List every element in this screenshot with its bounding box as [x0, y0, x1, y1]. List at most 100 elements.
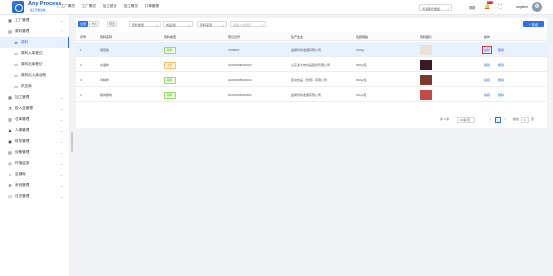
topnav-item-home[interactable]: ⌂ 工厂概况: [57, 4, 75, 9]
chevron-down-icon: ⌄: [446, 6, 450, 10]
edit-link[interactable]: 编辑: [481, 45, 493, 54]
sidebar-item[interactable]: ◎ 环境监测 ⌄: [0, 158, 69, 169]
sidebar-scrollbar[interactable]: [71, 132, 73, 152]
sidebar-item-icon: ▥: [8, 117, 12, 122]
cell-spec: 500g/包: [356, 77, 367, 82]
org-select[interactable]: 普洛斯仓储加... ⌄: [419, 4, 452, 11]
material-type-filter[interactable]: 原料类型 ⌄: [129, 21, 161, 27]
table-row[interactable]: 2 水晶粉 主料 20230508000903 山东龙大肉食品股份有限公司 500g/包 编…: [76, 57, 547, 72]
page-size-select[interactable]: 10条/页: [457, 116, 475, 123]
user-name[interactable]: anyfarm: [516, 5, 528, 9]
delete-link[interactable]: 删除: [498, 93, 504, 97]
type-tag: 辅料: [164, 46, 176, 54]
edit-link[interactable]: 编辑: [484, 78, 490, 82]
chevron-icon: ⌄: [60, 183, 63, 188]
search-icon: ⌕: [261, 22, 264, 27]
chevron-down-icon: ⌄: [221, 22, 225, 27]
app-logo-icon: [12, 1, 24, 13]
col-header: 生产企业: [291, 35, 304, 39]
notification-badge: 99+: [487, 1, 493, 4]
export-button[interactable]: 导出: [107, 21, 117, 27]
material-image[interactable]: [420, 74, 432, 85]
delete-link[interactable]: 删除: [498, 48, 504, 52]
view-all-button[interactable]: 全部: [78, 21, 88, 27]
sidebar-item-icon: ▭: [14, 51, 18, 56]
col-header: 原料类型: [164, 35, 177, 39]
add-button[interactable]: + 新增: [523, 21, 544, 27]
cell-no: 1: [80, 47, 82, 52]
view-card-button[interactable]: 卡片: [89, 21, 99, 27]
chevron-icon: ⌄: [60, 106, 63, 111]
sidebar-item-icon: ▤: [8, 150, 12, 155]
chevron-icon: ⌄: [60, 161, 63, 166]
edit-link[interactable]: 编辑: [484, 93, 490, 97]
sidebar-item[interactable]: ⌂ 店铺库 ⌄: [0, 169, 69, 180]
help-link[interactable]: 帮助: [469, 5, 475, 10]
sidebar-item[interactable]: ▣ 财务管理 ⌄: [0, 136, 69, 147]
chevron-down-icon: ⌄: [155, 22, 159, 27]
sidebar-item-label: 日志管理: [15, 194, 30, 198]
topnav-item-factory[interactable]: 工厂概况: [82, 4, 96, 9]
table-row[interactable]: 3 鸡精粉 辅料 20230508000903 亚洲食品（沈阳）有限公司 500g/包 编辑…: [76, 72, 547, 87]
goto-page-input[interactable]: 1: [521, 116, 529, 123]
sidebar-item-label: 店铺库: [15, 172, 26, 176]
sidebar-item-label: 人事管理: [15, 128, 30, 132]
avatar[interactable]: [532, 2, 542, 12]
pager-total: 共 4 条: [440, 117, 450, 121]
sidebar-item-label: 工厂管理: [15, 18, 30, 22]
sidebar-item[interactable]: ⚙ 系统管理 ⌄: [0, 180, 69, 191]
sidebar-item[interactable]: ▭ 原料出库登记: [0, 59, 69, 70]
search-input[interactable]: 请输入关键词 ⌕: [230, 21, 266, 27]
sidebar-item-label: 仓库管理: [15, 117, 30, 121]
sidebar-item[interactable]: ◷ 日志管理 ⌄: [0, 191, 69, 202]
table-row[interactable]: 4 腊肉腊味 辅料 20230508000903 金阙华岭发展有限公司 10kg/包 编辑 删…: [76, 87, 547, 102]
sidebar-item[interactable]: ▭ 原料入库登记: [0, 48, 69, 59]
sidebar: ▦ 工厂管理 ⌄ ▤ 原料管理 ⌃ ⇄ 原料 ▭ 原料入库登记 ▭ 原料出库登记 ▭ 原料出入库台账 ▭ 供应…: [0, 15, 70, 276]
material-image[interactable]: [420, 44, 432, 55]
cell-cert: 7008847: [228, 47, 240, 52]
topnav-item-overview[interactable]: 加工概况: [124, 4, 138, 9]
bell-icon[interactable]: 🔔: [484, 4, 490, 10]
sidebar-item[interactable]: ▤ 原料管理 ⌃: [0, 26, 69, 37]
sidebar-item[interactable]: ♟ 人事管理 ⌄: [0, 125, 69, 136]
topnav-item-orders[interactable]: 订单管理: [145, 4, 159, 9]
material-image[interactable]: [420, 89, 432, 100]
sidebar-item-label: 投入品管理: [15, 106, 33, 110]
cell-spec: 100kg: [356, 47, 365, 52]
cell-cert: 20230508000903: [228, 92, 252, 97]
table-row[interactable]: 1 番茄酱 辅料 7008847 金阙华岭发展有限公司 100kg 编辑 删除: [76, 42, 547, 57]
sidebar-item[interactable]: ▦ 工厂管理 ⌄: [0, 15, 69, 26]
unit-filter[interactable]: 成品/批 ⌄: [163, 21, 193, 27]
prev-page-button[interactable]: <: [489, 117, 491, 121]
app-subtitle: 加工管理系统: [30, 9, 46, 12]
material-image[interactable]: [420, 59, 432, 70]
col-header: 原料名称: [100, 35, 113, 39]
sidebar-item-icon: ⚙: [8, 183, 12, 188]
type-tag: 主料: [164, 61, 176, 69]
edit-link[interactable]: 编辑: [484, 63, 490, 67]
sidebar-item[interactable]: ▦ 加工管理 ⌄: [0, 92, 69, 103]
col-header: 序号: [80, 35, 87, 39]
sidebar-item[interactable]: ▭ 原料出入库台账: [0, 70, 69, 81]
sidebar-item[interactable]: ⇄ 原料: [0, 37, 69, 48]
source-filter[interactable]: 原料来源 ⌄: [197, 21, 227, 27]
topnav-item-stats[interactable]: 加工统计: [103, 4, 117, 9]
sidebar-item-label: 原料入库登记: [21, 51, 43, 55]
sidebar-item[interactable]: ▭ 供应商: [0, 81, 69, 92]
type-tag: 辅料: [164, 76, 176, 84]
cell-no: 4: [80, 92, 82, 97]
delete-link[interactable]: 删除: [498, 63, 504, 67]
sidebar-item-label: 环境监测: [15, 161, 30, 165]
next-page-button[interactable]: >: [504, 117, 506, 121]
cell-no: 3: [80, 77, 82, 82]
sidebar-item[interactable]: ▤ 设备管理 ⌄: [0, 147, 69, 158]
page-number-current[interactable]: 1: [495, 116, 501, 123]
chevron-icon: ⌄: [60, 117, 63, 122]
cell-spec: 10kg/包: [356, 92, 367, 97]
sidebar-item[interactable]: ⚗ 投入品管理 ⌄: [0, 103, 69, 114]
sidebar-item-label: 原料出入库台账: [21, 73, 47, 77]
cell-cert: 20230508000903: [228, 62, 252, 67]
sidebar-item[interactable]: ▥ 仓库管理 ⌄: [0, 114, 69, 125]
fullscreen-icon[interactable]: ⛶: [498, 4, 502, 10]
delete-link[interactable]: 删除: [498, 78, 504, 82]
